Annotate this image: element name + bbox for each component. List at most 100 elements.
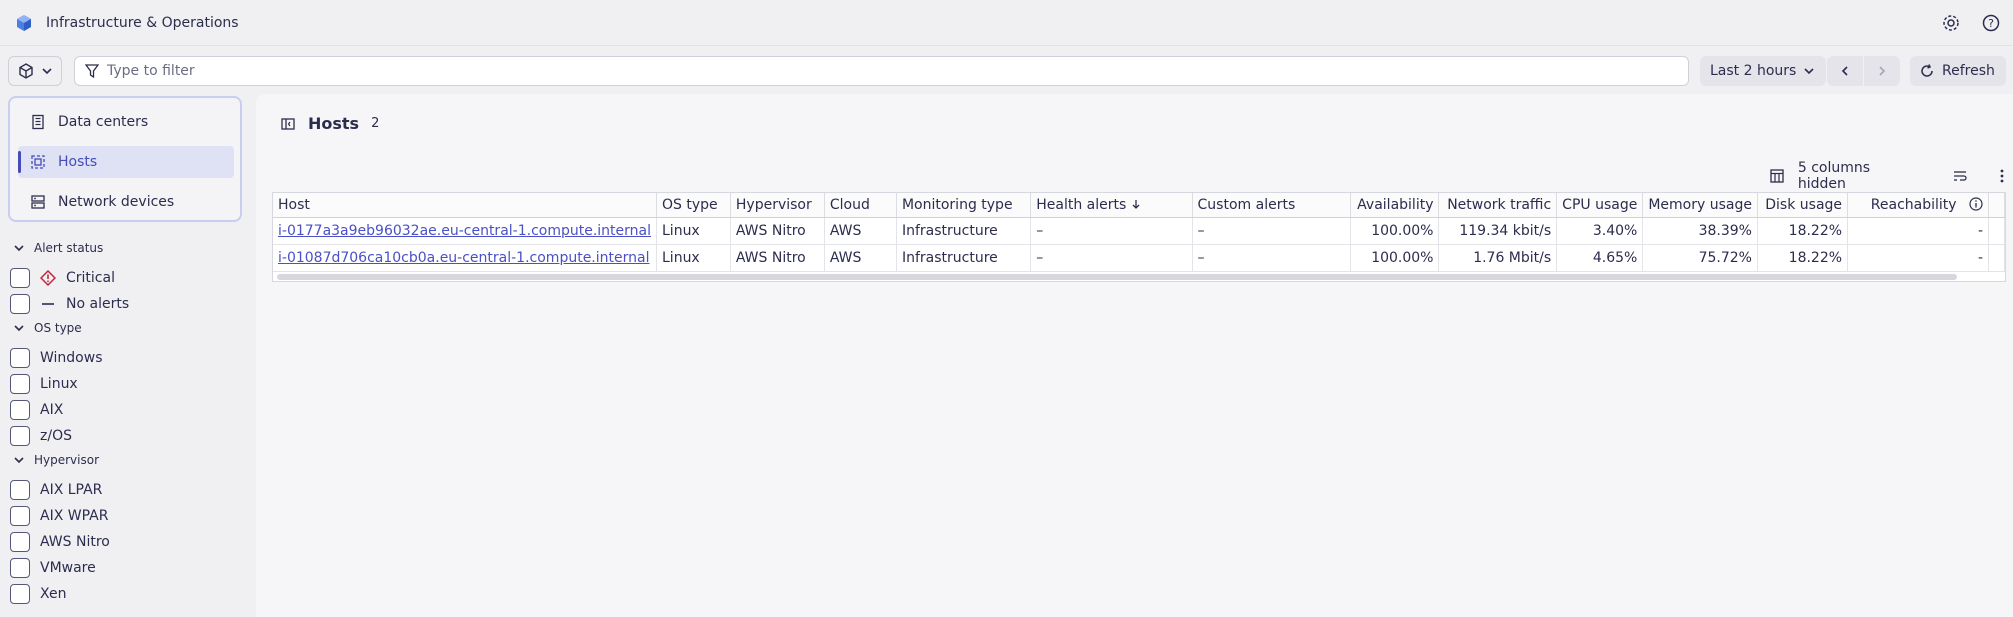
sidebar-item-network-devices[interactable]: Network devices: [18, 186, 234, 218]
option-label: AWS Nitro: [40, 534, 110, 550]
filter-input[interactable]: [107, 63, 1607, 79]
app-title: Infrastructure & Operations: [46, 14, 239, 31]
column-header-os-type[interactable]: OS type: [656, 193, 731, 218]
checkbox[interactable]: [10, 374, 30, 394]
column-header-availability[interactable]: Availability: [1350, 193, 1440, 218]
column-header-health-alerts[interactable]: Health alerts: [1030, 193, 1193, 218]
checkbox[interactable]: [10, 294, 30, 314]
cell-os-type: Linux: [656, 244, 731, 272]
sidebar-toggle-icon[interactable]: [280, 116, 296, 132]
chevron-left-icon: [1841, 66, 1848, 76]
section-alert-status[interactable]: Alert status: [14, 238, 103, 258]
cube-icon: [19, 63, 33, 79]
funnel-icon: [85, 64, 99, 78]
column-header-memory-usage[interactable]: Memory usage: [1642, 193, 1758, 218]
sidebar-nav: Data centers Hosts Network devices: [8, 96, 242, 222]
column-header-custom-alerts[interactable]: Custom alerts: [1192, 193, 1351, 218]
hosts-table: Host OS type Hypervisor Cloud Monitoring…: [272, 192, 2006, 282]
checkbox[interactable]: [10, 426, 30, 446]
chevron-down-icon: [14, 325, 24, 332]
sidebar: Data centers Hosts Network devices Alert…: [0, 94, 252, 617]
timeframe-label: Last 2 hours: [1710, 63, 1797, 79]
section-title: OS type: [34, 321, 82, 335]
filter-bar: Last 2 hours Refresh: [0, 56, 2013, 86]
filter-option-aix[interactable]: AIX: [10, 398, 63, 422]
checkbox[interactable]: [10, 400, 30, 420]
filter-option-xen[interactable]: Xen: [10, 582, 66, 606]
cell-hypervisor: AWS Nitro: [730, 244, 825, 272]
cell-os-type: Linux: [656, 217, 731, 245]
previous-timeframe-button[interactable]: [1827, 56, 1863, 86]
timeframe-selector[interactable]: Last 2 hours: [1700, 56, 1826, 86]
filter-option-critical[interactable]: Critical: [10, 266, 115, 290]
column-header-network-traffic[interactable]: Network traffic: [1438, 193, 1558, 218]
help-icon[interactable]: ?: [1979, 11, 2003, 35]
gear-icon[interactable]: [1939, 11, 1963, 35]
checkbox[interactable]: [10, 584, 30, 604]
table-toolbar: 5 columns hidden: [1766, 160, 2013, 192]
checkbox[interactable]: [10, 532, 30, 552]
column-header-cpu-usage[interactable]: CPU usage: [1556, 193, 1644, 218]
checkbox[interactable]: [10, 268, 30, 288]
critical-alert-icon: [40, 270, 56, 286]
refresh-button[interactable]: Refresh: [1910, 56, 2006, 86]
page-title: Hosts: [308, 114, 360, 133]
checkbox[interactable]: [10, 558, 30, 578]
option-label: AIX LPAR: [40, 482, 103, 498]
column-header-disk-usage[interactable]: Disk usage: [1757, 193, 1849, 218]
section-os-type[interactable]: OS type: [14, 318, 82, 338]
filter-option-zos[interactable]: z/OS: [10, 424, 72, 448]
host-link[interactable]: i-0177a3a9eb96032ae.eu-central-1.compute…: [278, 223, 651, 239]
checkbox[interactable]: [10, 348, 30, 368]
sidebar-item-hosts[interactable]: Hosts: [18, 146, 234, 178]
refresh-label: Refresh: [1942, 63, 1995, 79]
sidebar-item-label: Network devices: [58, 194, 175, 210]
checkbox[interactable]: [10, 506, 30, 526]
filter-option-aix-wpar[interactable]: AIX WPAR: [10, 504, 108, 528]
filter-field[interactable]: [74, 56, 1689, 86]
horizontal-scrollbar[interactable]: [277, 274, 1957, 280]
cell-disk-usage: 18.22%: [1757, 217, 1849, 245]
cell-network-traffic: 1.76 Mbit/s: [1438, 244, 1558, 272]
section-hypervisor[interactable]: Hypervisor: [14, 450, 99, 470]
filter-option-no-alerts[interactable]: No alerts: [10, 292, 129, 316]
cell-reachability: -: [1847, 217, 1990, 245]
cell-health-alerts: –: [1030, 217, 1193, 245]
option-label: AIX WPAR: [40, 508, 109, 524]
sidebar-item-data-centers[interactable]: Data centers: [18, 106, 234, 138]
cell-cpu-usage: 4.65%: [1556, 244, 1644, 272]
chevron-down-icon: [14, 457, 24, 464]
filter-option-aws-nitro[interactable]: AWS Nitro: [10, 530, 110, 554]
filter-option-linux[interactable]: Linux: [10, 372, 78, 396]
host-icon: [31, 155, 45, 169]
filter-option-windows[interactable]: Windows: [10, 346, 103, 370]
column-header-cloud[interactable]: Cloud: [824, 193, 897, 218]
svg-text:?: ?: [1988, 17, 1994, 30]
info-icon[interactable]: [1969, 197, 1983, 211]
columns-icon[interactable]: [1766, 164, 1788, 188]
line-wrap-icon[interactable]: [1949, 164, 1971, 188]
option-label: VMware: [40, 560, 96, 576]
next-timeframe-button[interactable]: [1864, 56, 1900, 86]
columns-hidden-label[interactable]: 5 columns hidden: [1798, 160, 1911, 192]
sort-descending-icon: [1132, 199, 1140, 209]
cell-hypervisor: AWS Nitro: [730, 217, 825, 245]
more-options-icon[interactable]: [1991, 164, 2013, 188]
table-row[interactable]: i-0177a3a9eb96032ae.eu-central-1.compute…: [273, 217, 2005, 245]
filter-option-vmware[interactable]: VMware: [10, 556, 96, 580]
sidebar-item-label: Hosts: [58, 154, 98, 170]
section-title: Alert status: [34, 241, 104, 255]
column-header-monitoring-type[interactable]: Monitoring type: [896, 193, 1032, 218]
checkbox[interactable]: [10, 480, 30, 500]
host-link[interactable]: i-01087d706ca10cb0a.eu-central-1.compute…: [278, 250, 649, 266]
segment-selector-button[interactable]: [8, 56, 62, 86]
column-header-overflow: [1988, 193, 2005, 218]
table-row[interactable]: i-01087d706ca10cb0a.eu-central-1.compute…: [273, 244, 2005, 272]
cell-memory-usage: 38.39%: [1642, 217, 1758, 245]
column-header-reachability[interactable]: Reachability: [1847, 193, 1990, 218]
cell-monitoring-type: Infrastructure: [896, 217, 1032, 245]
chevron-right-icon: [1879, 66, 1886, 76]
column-header-host[interactable]: Host: [273, 193, 657, 218]
filter-option-aix-lpar[interactable]: AIX LPAR: [10, 478, 102, 502]
column-header-hypervisor[interactable]: Hypervisor: [730, 193, 825, 218]
